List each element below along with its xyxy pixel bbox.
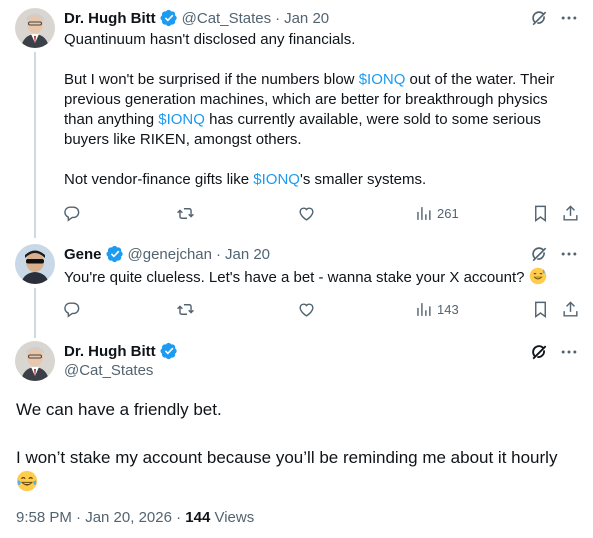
focused-author: Dr. Hugh Bitt	[64, 342, 178, 360]
tweet-top-actions	[529, 244, 579, 264]
views-button[interactable]: 261	[414, 196, 459, 230]
more-icon[interactable]	[559, 8, 579, 28]
view-count: 261	[437, 205, 459, 221]
paragraph: We can have a friendly bet.	[16, 398, 581, 422]
text-segment: We can have a friendly bet.	[16, 400, 222, 419]
thread-line	[34, 288, 36, 338]
grok-icon[interactable]	[529, 244, 549, 264]
focused-tweet-text: We can have a friendly bet. I won’t stake…	[16, 398, 581, 496]
share-icon	[563, 300, 578, 317]
cashtag-link[interactable]: $IONQ	[253, 171, 300, 188]
author-handle[interactable]: @Cat_States	[182, 10, 271, 27]
share-button[interactable]	[561, 292, 580, 326]
paragraph: But I won't be surprised if the numbers …	[64, 70, 579, 150]
tweet-actions: 261	[54, 196, 588, 230]
tweet-meta: 9:58 PM · Jan 20, 2026 · 144 Views	[16, 509, 254, 526]
paragraph: Not vendor-finance gifts like $IONQ's sm…	[64, 170, 579, 190]
text-segment: Quantinuum hasn't disclosed any financia…	[64, 31, 356, 48]
like-button[interactable]	[297, 292, 316, 326]
bookmark-button[interactable]	[531, 196, 550, 230]
timestamp[interactable]: 9:58 PM · Jan 20, 2026 ·	[16, 509, 185, 526]
tweet-header: Gene @genejchan · Jan 20	[64, 244, 270, 264]
author-name[interactable]: Dr. Hugh Bitt	[64, 10, 156, 27]
paragraph: Quantinuum hasn't disclosed any financia…	[64, 30, 579, 50]
paragraph: I won’t stake my account because you’ll …	[16, 446, 581, 470]
views-label: Views	[210, 509, 255, 526]
tweet-top-actions	[529, 8, 579, 28]
like-icon	[299, 303, 314, 317]
avatar[interactable]	[15, 341, 55, 381]
avatar[interactable]	[15, 8, 55, 48]
tears-of-joy-emoji-icon	[16, 470, 38, 492]
text-segment: But I won't be surprised if the numbers …	[64, 71, 359, 88]
reply-button[interactable]	[62, 292, 81, 326]
view-count: 144	[185, 509, 211, 526]
text-segment: You're quite clueless. Let's have a bet …	[64, 269, 529, 286]
thread-line	[34, 52, 36, 238]
share-icon	[563, 204, 578, 221]
verified-badge-icon	[106, 245, 123, 263]
reply-icon	[64, 301, 80, 318]
text-segment: I won’t stake my account because you’ll …	[16, 448, 558, 467]
grok-icon[interactable]	[529, 342, 549, 362]
views-button[interactable]: 143	[414, 292, 459, 326]
bookmark-icon	[535, 301, 546, 318]
grok-icon[interactable]	[529, 8, 549, 28]
author-handle[interactable]: @genejchan	[128, 246, 212, 263]
views-icon	[417, 206, 431, 220]
retweet-icon	[177, 207, 194, 219]
author-handle[interactable]: @Cat_States	[64, 362, 153, 379]
tweet-top-actions	[529, 342, 579, 362]
more-icon[interactable]	[559, 342, 579, 362]
bookmark-icon	[535, 205, 546, 222]
cashtag-link[interactable]: $IONQ	[158, 111, 205, 128]
retweet-button[interactable]	[176, 196, 195, 230]
retweet-icon	[177, 303, 194, 315]
cashtag-link[interactable]: $IONQ	[359, 71, 406, 88]
like-button[interactable]	[297, 196, 316, 230]
author-name[interactable]: Gene	[64, 246, 102, 263]
author-name[interactable]: Dr. Hugh Bitt	[64, 343, 156, 360]
verified-badge-icon	[160, 342, 177, 360]
tweet-text: Quantinuum hasn't disclosed any financia…	[64, 30, 579, 190]
sweat-smile-emoji-icon	[529, 267, 546, 285]
more-icon[interactable]	[559, 244, 579, 264]
bookmark-button[interactable]	[531, 292, 550, 326]
separator: ·	[275, 9, 281, 27]
views-icon	[417, 302, 431, 316]
reply-button[interactable]	[62, 196, 81, 230]
retweet-button[interactable]	[176, 292, 195, 326]
view-count: 143	[437, 301, 459, 317]
paragraph	[16, 470, 581, 496]
text-segment: 's smaller systems.	[299, 171, 427, 188]
text-segment: Not vendor-finance gifts like	[64, 171, 254, 188]
tweet-header: Dr. Hugh Bitt @Cat_States · Jan 20	[64, 8, 329, 28]
avatar[interactable]	[15, 244, 55, 284]
like-icon	[299, 207, 314, 221]
tweet-time[interactable]: Jan 20	[284, 10, 329, 27]
verified-badge-icon	[160, 9, 177, 27]
tweet-time[interactable]: Jan 20	[225, 246, 270, 263]
paragraph: You're quite clueless. Let's have a bet …	[64, 267, 579, 288]
tweet-actions: 143	[54, 292, 588, 326]
separator: ·	[215, 245, 221, 263]
tweet-text: You're quite clueless. Let's have a bet …	[64, 267, 579, 288]
reply-icon	[64, 205, 80, 222]
share-button[interactable]	[561, 196, 580, 230]
